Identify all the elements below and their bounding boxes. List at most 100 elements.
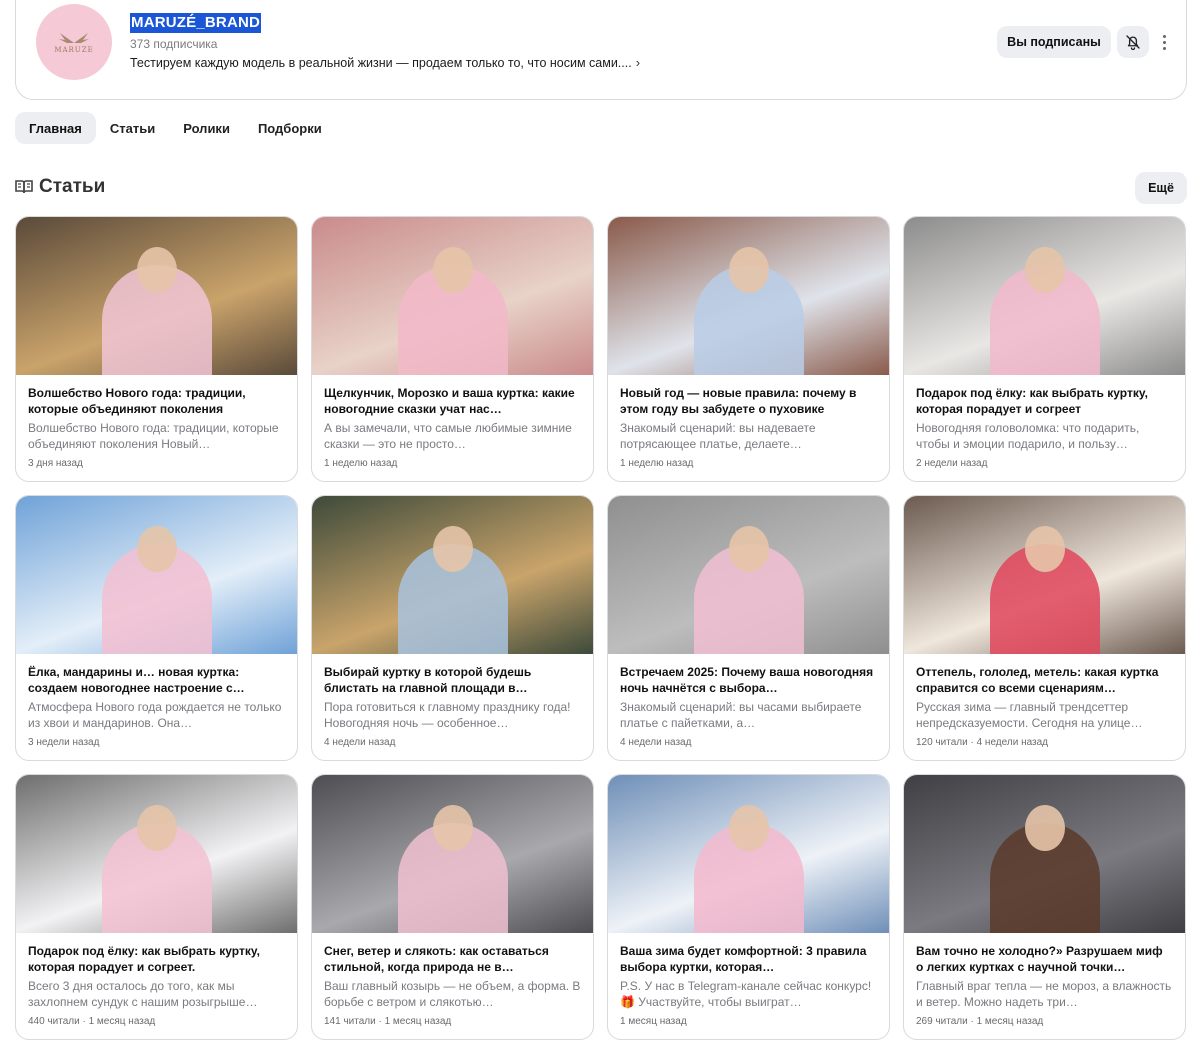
- photo-head-shape: [1024, 247, 1065, 293]
- channel-description[interactable]: Тестируем каждую модель в реальной жизни…: [130, 55, 640, 70]
- photo-head-shape: [432, 247, 473, 293]
- article-thumbnail[interactable]: [904, 775, 1185, 933]
- article-thumbnail[interactable]: [312, 217, 593, 375]
- article-card[interactable]: Щелкунчик, Морозко и ваша куртка: какие …: [311, 216, 594, 482]
- article-card[interactable]: Ваша зима будет комфортной: 3 правила вы…: [607, 774, 890, 1040]
- article-card[interactable]: Подарок под ёлку: как выбрать куртку, ко…: [903, 216, 1186, 482]
- article-snippet: Знакомый сценарий: вы надеваете потрясаю…: [620, 421, 816, 451]
- article-snippet: Всего 3 дня осталось до того, как мы зах…: [28, 979, 258, 1009]
- article-meta: 1 месяц назад: [620, 1016, 687, 1027]
- dot-icon: [1162, 40, 1166, 44]
- article-title[interactable]: Вам точно не холодно?» Разрушаем миф о л…: [916, 943, 1173, 975]
- article-card[interactable]: Волшебство Нового года: традиции, которы…: [15, 216, 298, 482]
- article-meta: 440 читали · 1 месяц назад: [28, 1016, 156, 1027]
- article-snippet: Пора готовиться к главному празднику год…: [324, 700, 571, 730]
- article-card[interactable]: Новый год — новые правила: почему в этом…: [607, 216, 890, 482]
- article-snippet: Новогодняя головоломка: что подарить, чт…: [916, 421, 1140, 451]
- article-thumbnail[interactable]: [608, 775, 889, 933]
- wings-logo-icon: [59, 32, 89, 43]
- article-title[interactable]: Волшебство Нового года: традиции, которы…: [28, 385, 285, 417]
- article-title[interactable]: Снег, ветер и слякоть: как оставаться ст…: [324, 943, 581, 975]
- channel-description-text: Тестируем каждую модель в реальной жизни…: [130, 55, 632, 70]
- tab-main[interactable]: Главная: [15, 112, 96, 144]
- photo-head-shape: [136, 526, 177, 572]
- article-title[interactable]: Подарок под ёлку: как выбрать куртку, ко…: [28, 943, 285, 975]
- article-title[interactable]: Выбирай куртку в которой будешь блистать…: [324, 664, 581, 696]
- photo-head-shape: [1024, 526, 1065, 572]
- article-meta: 2 недели назад: [916, 458, 988, 469]
- article-card-body: Щелкунчик, Морозко и ваша куртка: какие …: [312, 375, 593, 469]
- article-meta: 3 дня назад: [28, 458, 83, 469]
- photo-head-shape: [432, 526, 473, 572]
- article-meta: 3 недели назад: [28, 737, 100, 748]
- articles-grid: Волшебство Нового года: традиции, которы…: [15, 216, 1187, 1040]
- channel-avatar[interactable]: MARUZE: [36, 4, 112, 80]
- article-card[interactable]: Снег, ветер и слякоть: как оставаться ст…: [311, 774, 594, 1040]
- article-meta: 141 читали · 1 месяц назад: [324, 1016, 452, 1027]
- article-title[interactable]: Подарок под ёлку: как выбрать куртку, ко…: [916, 385, 1173, 417]
- article-snippet: Русская зима — главный трендсеттер непре…: [916, 700, 1143, 730]
- article-thumbnail[interactable]: [312, 496, 593, 654]
- article-thumbnail[interactable]: [904, 217, 1185, 375]
- article-title[interactable]: Оттепель, гололед, метель: какая куртка …: [916, 664, 1173, 696]
- article-card-body: Ваша зима будет комфортной: 3 правила вы…: [608, 933, 889, 1027]
- article-title[interactable]: Новый год — новые правила: почему в этом…: [620, 385, 877, 417]
- article-thumbnail[interactable]: [608, 496, 889, 654]
- article-thumbnail[interactable]: [16, 217, 297, 375]
- subscribed-button[interactable]: Вы подписаны: [997, 26, 1111, 58]
- article-title[interactable]: Щелкунчик, Морозко и ваша куртка: какие …: [324, 385, 581, 417]
- article-snippet: Знакомый сценарий: вы часами выбираете п…: [620, 700, 862, 730]
- article-card[interactable]: Вам точно не холодно?» Разрушаем миф о л…: [903, 774, 1186, 1040]
- article-meta: 1 неделю назад: [324, 458, 398, 469]
- article-meta: 4 недели назад: [620, 737, 692, 748]
- article-card[interactable]: Подарок под ёлку: как выбрать куртку, ко…: [15, 774, 298, 1040]
- article-card-body: Подарок под ёлку: как выбрать куртку, ко…: [904, 375, 1185, 469]
- article-title[interactable]: Встречаем 2025: Почему ваша новогодняя н…: [620, 664, 877, 696]
- article-card-body: Волшебство Нового года: традиции, которы…: [16, 375, 297, 469]
- article-snippet: Волшебство Нового года: традиции, которы…: [28, 421, 279, 451]
- article-thumbnail[interactable]: [904, 496, 1185, 654]
- article-card-body: Снег, ветер и слякоть: как оставаться ст…: [312, 933, 593, 1027]
- book-icon: [15, 180, 33, 194]
- article-thumbnail[interactable]: [312, 775, 593, 933]
- more-options-button[interactable]: [1156, 30, 1172, 54]
- tab-articles[interactable]: Статьи: [96, 112, 169, 144]
- notifications-button[interactable]: [1117, 26, 1149, 58]
- more-articles-button[interactable]: Ещё: [1135, 172, 1187, 204]
- article-card[interactable]: Выбирай куртку в которой будешь блистать…: [311, 495, 594, 761]
- tab-collections[interactable]: Подборки: [244, 112, 336, 144]
- article-thumbnail[interactable]: [16, 496, 297, 654]
- article-thumbnail[interactable]: [608, 217, 889, 375]
- section-title: Статьи: [39, 176, 106, 197]
- dot-icon: [1162, 46, 1166, 50]
- photo-head-shape: [728, 247, 769, 293]
- photo-head-shape: [1024, 805, 1065, 851]
- article-card-body: Вам точно не холодно?» Разрушаем миф о л…: [904, 933, 1185, 1027]
- dot-icon: [1162, 34, 1166, 38]
- article-card-body: Оттепель, гололед, метель: какая куртка …: [904, 654, 1185, 748]
- photo-head-shape: [432, 805, 473, 851]
- article-snippet: Главный враг тепла — не мороз, а влажнос…: [916, 979, 1172, 1009]
- article-card-body: Выбирай куртку в которой будешь блистать…: [312, 654, 593, 748]
- tab-videos[interactable]: Ролики: [169, 112, 244, 144]
- article-meta: 4 недели назад: [324, 737, 396, 748]
- article-card-body: Новый год — новые правила: почему в этом…: [608, 375, 889, 469]
- channel-name[interactable]: MARUZÉ_BRAND: [130, 13, 262, 33]
- article-card[interactable]: Ёлка, мандарины и… новая куртка: создаем…: [15, 495, 298, 761]
- article-card-body: Встречаем 2025: Почему ваша новогодняя н…: [608, 654, 889, 748]
- article-card[interactable]: Встречаем 2025: Почему ваша новогодняя н…: [607, 495, 890, 761]
- subscriber-count: 373 подписчика: [130, 37, 218, 51]
- article-meta: 1 неделю назад: [620, 458, 694, 469]
- article-snippet: Атмосфера Нового года рождается не тольк…: [28, 700, 282, 730]
- channel-tabs: Главная Статьи Ролики Подборки: [15, 112, 336, 144]
- channel-header: MARUZE MARUZÉ_BRAND 373 подписчика Тести…: [15, 0, 1187, 100]
- article-card[interactable]: Оттепель, гололед, метель: какая куртка …: [903, 495, 1186, 761]
- article-title[interactable]: Ваша зима будет комфортной: 3 правила вы…: [620, 943, 877, 975]
- article-snippet: А вы замечали, что самые любимые зимние …: [324, 421, 572, 451]
- section-header: Статьи: [15, 176, 105, 198]
- photo-head-shape: [136, 805, 177, 851]
- photo-head-shape: [728, 526, 769, 572]
- article-thumbnail[interactable]: [16, 775, 297, 933]
- article-title[interactable]: Ёлка, мандарины и… новая куртка: создаем…: [28, 664, 285, 696]
- article-meta: 269 читали · 1 месяц назад: [916, 1016, 1044, 1027]
